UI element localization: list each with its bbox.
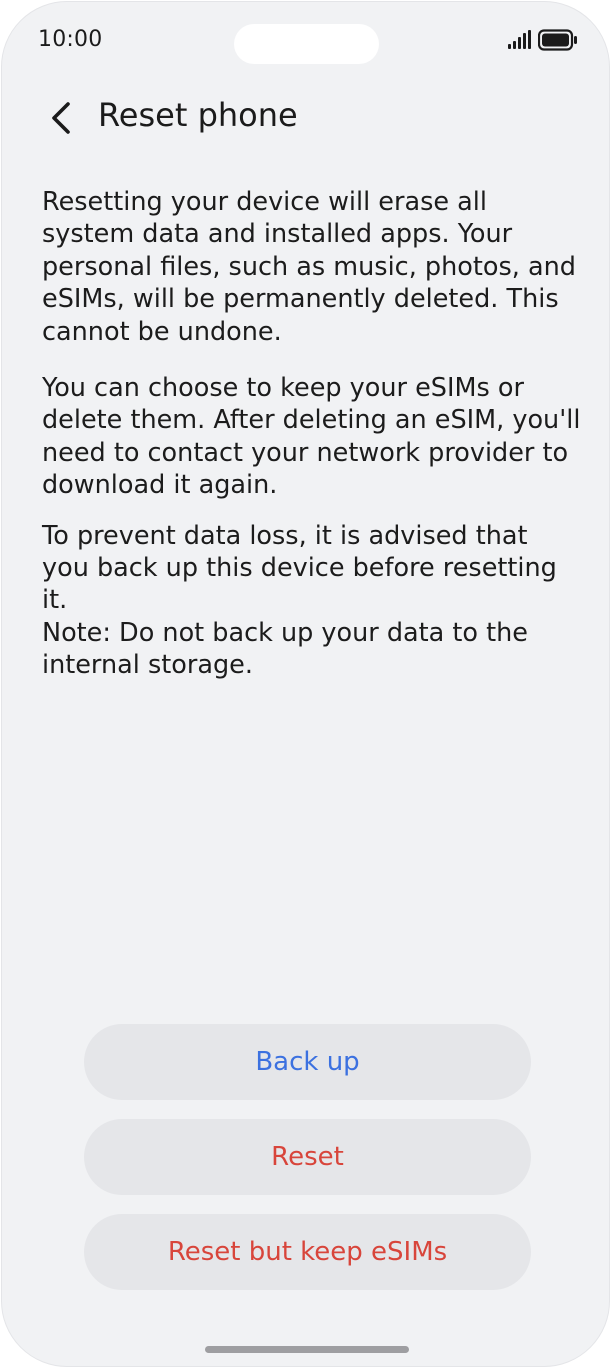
esim-info-text: You can choose to keep your eSIMs or del… <box>42 373 581 501</box>
back-up-button[interactable]: Back up <box>84 1024 531 1100</box>
action-buttons: Back up Reset Reset but keep eSIMs <box>84 1024 531 1309</box>
status-time: 10:00 <box>38 27 103 52</box>
reset-button[interactable]: Reset <box>84 1119 531 1195</box>
reset-keep-esims-button[interactable]: Reset but keep eSIMs <box>84 1214 531 1290</box>
signal-icon <box>508 30 531 49</box>
battery-icon <box>538 29 577 51</box>
backup-note-text: Note: Do not back up your data to the in… <box>42 617 528 681</box>
status-bar: 10:00 <box>2 2 609 82</box>
erase-warning-text: Resetting your device will erase all sys… <box>42 187 576 347</box>
chevron-left-icon <box>52 102 70 134</box>
page-title: Reset phone <box>98 96 298 134</box>
home-indicator[interactable] <box>205 1346 409 1353</box>
backup-advice-text: To prevent data loss, it is advised that… <box>42 520 557 616</box>
phone-screen: 10:00 Reset phone Resetting your device … <box>1 1 610 1367</box>
camera-notch <box>234 24 379 64</box>
reset-description: Resetting your device will erase all sys… <box>42 186 582 682</box>
back-button[interactable] <box>38 94 86 142</box>
